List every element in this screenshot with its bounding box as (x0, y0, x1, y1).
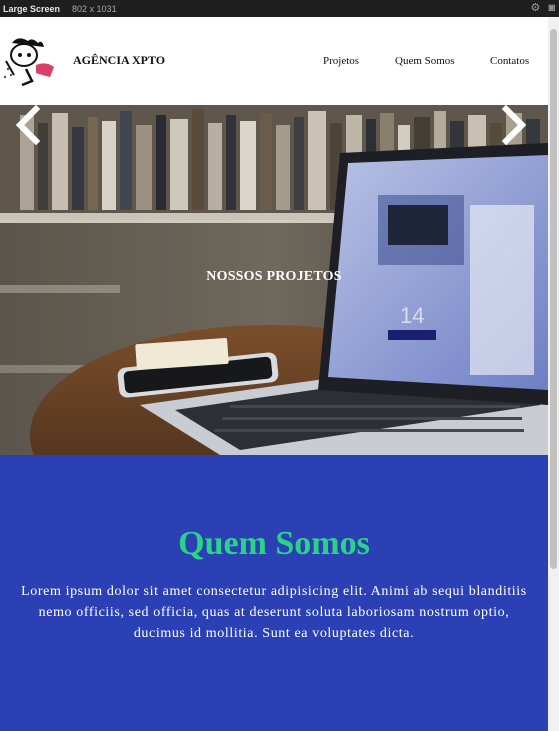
device-dimensions: 802 x 1031 (72, 3, 117, 14)
scrollbar[interactable] (548, 17, 559, 731)
about-title: Quem Somos (178, 525, 370, 562)
gear-icon[interactable]: ⚙ (530, 1, 540, 16)
device-tools: ⚙ ◙ (530, 1, 555, 16)
screen-number: 14 (400, 303, 424, 328)
hero-carousel: 14 NOSSOS PROJETOS (0, 105, 548, 455)
nav-link-projetos[interactable]: Projetos (323, 55, 359, 67)
chevron-left-icon[interactable] (14, 105, 42, 145)
site-header: AGÊNCIA XPTO Projetos Quem Somos Contato… (0, 17, 548, 105)
about-text: Lorem ipsum dolor sit amet consectetur a… (21, 584, 527, 641)
nav-link-contatos[interactable]: Contatos (490, 55, 529, 67)
about-section: Quem Somos Lorem ipsum dolor sit amet co… (0, 455, 548, 731)
nav-link-quem-somos[interactable]: Quem Somos (395, 55, 455, 67)
camera-icon[interactable]: ◙ (548, 1, 555, 16)
hero-title: NOSSOS PROJETOS (206, 269, 342, 284)
brand-name[interactable]: AGÊNCIA XPTO (73, 53, 165, 68)
device-label: Large Screen (3, 3, 61, 14)
chevron-right-icon[interactable] (500, 105, 528, 145)
device-toolbar: Large Screen 802 x 1031 ⚙ ◙ (0, 0, 559, 17)
logo-image[interactable] (2, 35, 60, 87)
scrollbar-thumb[interactable] (550, 29, 557, 569)
page: AGÊNCIA XPTO Projetos Quem Somos Contato… (0, 17, 548, 731)
